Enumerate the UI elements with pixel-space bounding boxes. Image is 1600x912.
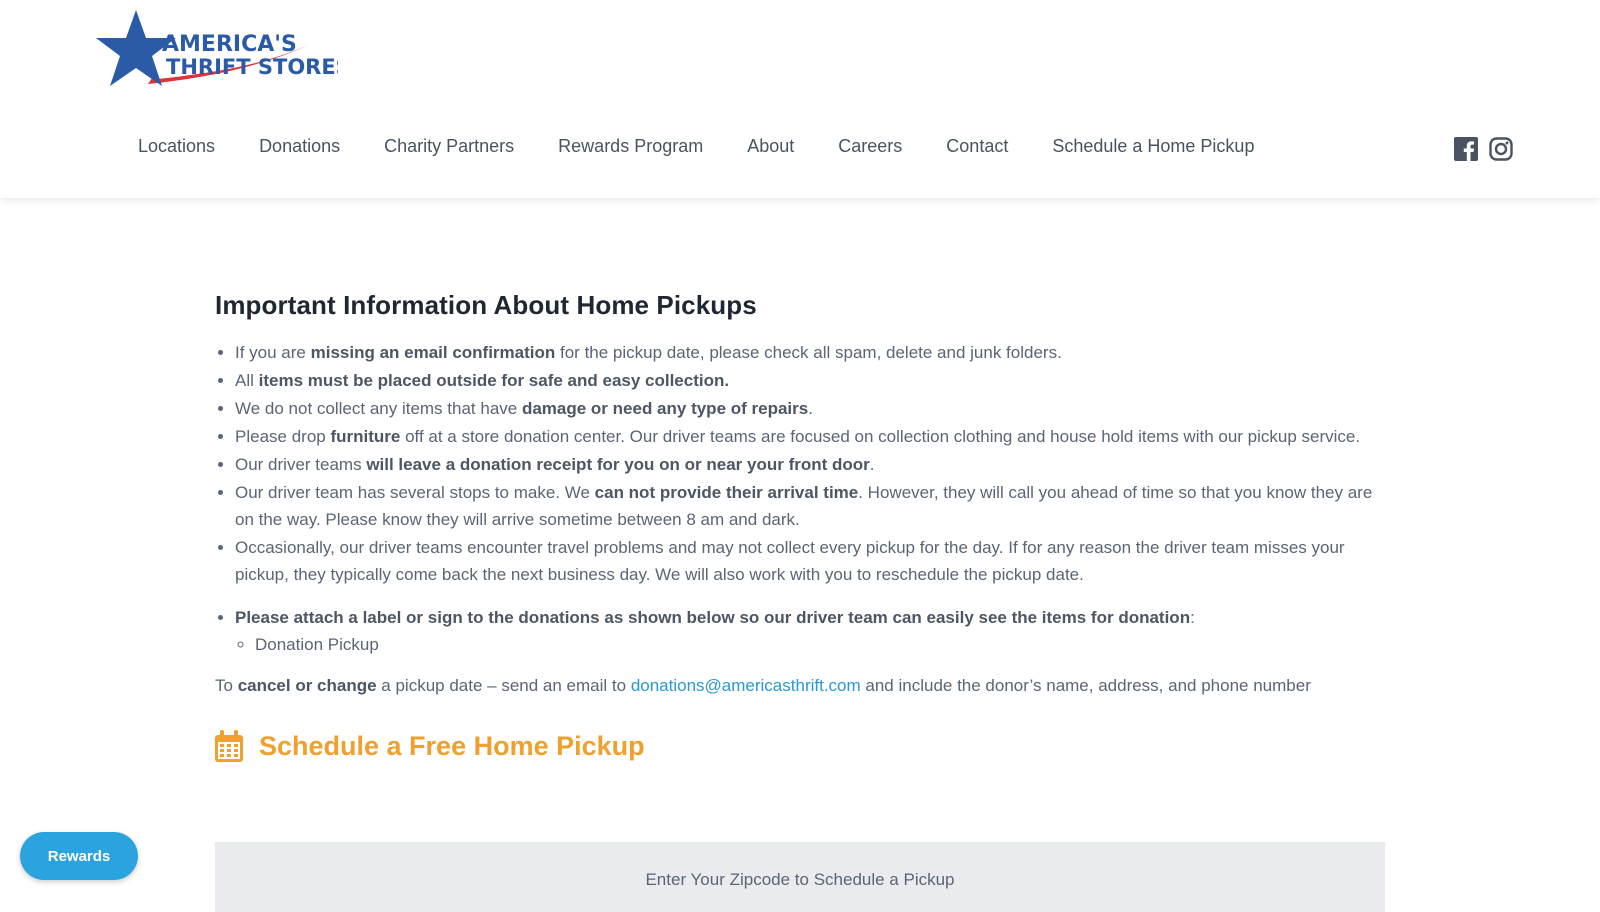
- list-item: If you are missing an email confirmation…: [235, 339, 1385, 366]
- nav-item-contact[interactable]: Contact: [946, 136, 1008, 157]
- pickup-info-list: If you are missing an email confirmation…: [215, 339, 1385, 658]
- instagram-icon[interactable]: [1489, 137, 1513, 161]
- zipcode-label: Enter Your Zipcode to Schedule a Pickup: [645, 870, 955, 889]
- sub-list-item: Donation Pickup: [255, 631, 1385, 658]
- main-nav: Locations Donations Charity Partners Rew…: [138, 136, 1298, 157]
- cancel-instructions: To cancel or change a pickup date – send…: [215, 676, 1311, 695]
- site-header: AMERICA'S THRIFT STORES Locations Donati…: [0, 0, 1600, 198]
- nav-item-donations[interactable]: Donations: [259, 136, 340, 157]
- main-content: Important Information About Home Pickups…: [215, 290, 1385, 762]
- facebook-icon[interactable]: [1454, 137, 1478, 161]
- logo-line2: THRIFT STORES: [166, 55, 338, 79]
- nav-item-schedule-pickup[interactable]: Schedule a Home Pickup: [1052, 136, 1254, 157]
- email-link[interactable]: donations@americasthrift.com: [631, 676, 861, 695]
- nav-item-rewards-program[interactable]: Rewards Program: [558, 136, 703, 157]
- sub-list: Donation Pickup: [235, 631, 1385, 658]
- nav-item-charity-partners[interactable]: Charity Partners: [384, 136, 514, 157]
- schedule-heading: Schedule a Free Home Pickup: [215, 730, 1385, 762]
- rewards-button[interactable]: Rewards: [20, 832, 138, 880]
- nav-item-careers[interactable]: Careers: [838, 136, 902, 157]
- site-logo[interactable]: AMERICA'S THRIFT STORES: [88, 8, 351, 94]
- schedule-title: Schedule a Free Home Pickup: [259, 730, 645, 761]
- calendar-icon: [215, 730, 243, 762]
- list-item: Occasionally, our driver teams encounter…: [235, 534, 1385, 588]
- nav-item-about[interactable]: About: [747, 136, 794, 157]
- social-links: [1454, 137, 1513, 161]
- page-title: Important Information About Home Pickups: [215, 290, 757, 320]
- list-item: All items must be placed outside for saf…: [235, 367, 1385, 394]
- list-item: We do not collect any items that have da…: [235, 395, 1385, 422]
- logo-line1: AMERICA'S: [162, 32, 297, 57]
- list-item: Our driver team has several stops to mak…: [235, 479, 1385, 533]
- list-item: Our driver teams will leave a donation r…: [235, 451, 1385, 478]
- list-item: Please drop furniture off at a store don…: [235, 423, 1385, 450]
- list-item-label-instructions: Please attach a label or sign to the don…: [235, 604, 1385, 658]
- zipcode-panel: Enter Your Zipcode to Schedule a Pickup: [215, 842, 1385, 912]
- logo-graphic: AMERICA'S THRIFT STORES: [96, 10, 351, 86]
- nav-item-locations[interactable]: Locations: [138, 136, 215, 157]
